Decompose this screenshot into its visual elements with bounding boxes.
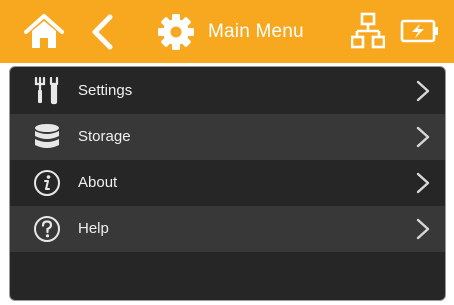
chevron-right-icon [416, 172, 430, 194]
battery-charging-icon [400, 19, 438, 43]
menu-item-label: Settings [78, 82, 133, 99]
menu-item-help[interactable]: Help [10, 206, 445, 252]
top-bar: Main Menu [0, 0, 454, 63]
menu-panel: Settings Storage About Help [9, 66, 446, 301]
tools-icon [34, 76, 59, 105]
menu-item-about[interactable]: About [10, 160, 445, 206]
menu-item-settings[interactable]: Settings [10, 68, 445, 114]
database-icon [35, 124, 59, 148]
menu-item-label: About [78, 174, 118, 191]
menu-item-label: Storage [78, 128, 131, 145]
page-title: Main Menu [208, 21, 304, 42]
info-icon [34, 170, 60, 196]
menu-item-label: Help [78, 220, 109, 237]
network-icon [351, 12, 385, 49]
home-icon[interactable] [24, 13, 64, 51]
question-icon [34, 216, 60, 242]
chevron-right-icon [416, 126, 430, 148]
gear-icon [158, 14, 194, 50]
chevron-right-icon [416, 80, 430, 102]
menu-item-storage[interactable]: Storage [10, 114, 445, 160]
back-arrow-icon[interactable] [88, 13, 116, 51]
chevron-right-icon [416, 218, 430, 240]
